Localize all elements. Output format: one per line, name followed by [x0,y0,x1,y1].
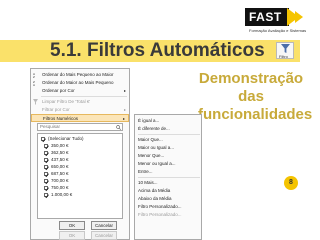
submenu-separator [138,134,200,135]
submenu-item-custom-filter-shadow: Filtro Personalizado... [138,212,182,217]
submenu-item-custom-filter[interactable]: Filtro Personalizado... [138,203,182,211]
menu-item-sort-desc[interactable]: ZA Ordenar do Maior ao Mais Pequeno [31,79,129,87]
checkbox[interactable] [44,172,48,176]
cancel-button[interactable]: Cancelar [91,221,117,230]
demo-text: Demonstração das funcionalidades [198,70,313,124]
menu-item-sort-asc[interactable]: AZ Ordenar do Mais Pequeno ao Maior [31,71,129,79]
menu-item-label: Filtrar por Cor [42,107,70,112]
menu-item-label: Limpar Filtro De 'Total €' [42,99,91,104]
submenu-arrow-icon: ▸ [123,88,126,93]
menu-item-number-filters[interactable]: Filtros Numéricos ▸ [31,114,129,122]
sort-asc-icon: AZ [33,72,35,78]
checkbox[interactable] [44,144,48,148]
menu-item-filter-color[interactable]: Filtrar por Cor ▸ [31,106,129,114]
demo-line-2: das [238,88,264,105]
checkbox[interactable] [44,151,48,155]
submenu-item-not-equals[interactable]: É diferente de... [138,125,170,133]
menu-item-label: Ordenar do Maior ao Mais Pequeno [42,80,114,85]
menu-separator [41,96,127,97]
filter-funnel-icon [281,44,290,53]
autofilter-menu: AZ Ordenar do Mais Pequeno ao Maior ZA O… [30,68,130,240]
filter-badge-label: Filtro [279,54,288,59]
menu-item-label: Filtros Numéricos [43,116,79,121]
demo-line-1: Demonstração [198,70,304,87]
page-number: 8 [284,176,298,190]
menu-item-sort-color[interactable]: Ordenar por Cor ▸ [31,87,129,95]
checkbox[interactable] [44,165,48,169]
submenu-arrow-icon: ▸ [122,116,125,121]
search-icon [116,125,121,130]
value-checkbox-list: (Selecionar Tudo) 350,00 € 362,50 € 437,… [37,133,123,219]
svg-text:A: A [33,83,35,86]
submenu-item-less-than[interactable]: Menor Que... [138,152,164,160]
checkbox[interactable] [44,186,48,190]
ok-button[interactable]: OK [59,221,85,230]
submenu-item-above-average[interactable]: Acima da Média [138,187,170,195]
checkbox[interactable] [44,179,48,183]
search-placeholder: Pesquisar [40,124,61,129]
checkbox[interactable] [44,158,48,162]
submenu-item-top-10[interactable]: 10 Mais... [138,179,158,187]
clear-filter-icon [33,99,38,105]
slide-title: 5.1. Filtros Automáticos [50,40,265,61]
checkbox[interactable] [41,137,45,141]
ok-button-shadow: OK [59,231,85,240]
logo: FAST Formação Avaliação e Sistemas [245,8,307,38]
checkbox[interactable] [44,193,48,197]
cancel-button-shadow: Cancelar [91,231,117,240]
submenu-item-less-or-equal[interactable]: Menor ou Igual a... [138,160,176,168]
filter-badge: Filtro [276,42,294,59]
sort-desc-icon: ZA [33,80,35,86]
search-input[interactable]: Pesquisar [37,123,123,131]
submenu-item-greater-or-equal[interactable]: Maior ou Igual a... [138,144,174,152]
svg-text:Z: Z [33,75,35,78]
logo-arrow-icon-2 [295,11,303,23]
submenu-item-equals[interactable]: É igual a... [138,117,159,125]
submenu-separator [138,177,200,178]
menu-item-clear-filter[interactable]: Limpar Filtro De 'Total €' [31,98,129,106]
slide: FAST Formação Avaliação e Sistemas 5.1. … [0,0,320,240]
logo-tagline: Formação Avaliação e Sistemas [249,28,307,33]
submenu-item-between[interactable]: Entre... [138,168,153,176]
submenu-item-below-average[interactable]: Abaixo da Média [138,195,172,203]
checkbox-label: 1.000,00 € [51,192,73,197]
demo-line-3: funcionalidades [198,106,313,123]
menu-item-label: Ordenar por Cor [42,88,75,93]
logo-wordmark: FAST [245,8,289,26]
submenu-item-greater-than[interactable]: Maior Que... [138,136,163,144]
submenu-arrow-icon: ▸ [123,107,126,112]
menu-item-label: Ordenar do Mais Pequeno ao Maior [42,72,114,77]
number-filters-submenu: É igual a... É diferente de... Maior Que… [134,114,202,240]
